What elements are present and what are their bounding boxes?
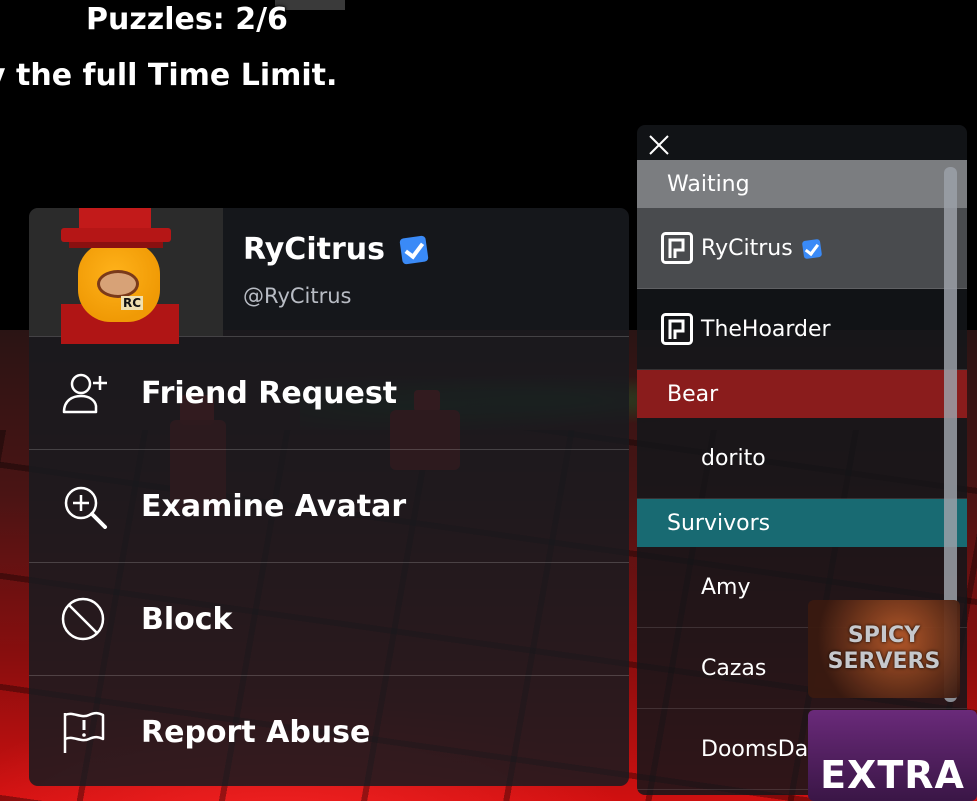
player-name: Amy bbox=[701, 574, 751, 600]
team-header-survivors: Survivors bbox=[637, 499, 967, 547]
close-icon[interactable] bbox=[647, 133, 671, 157]
player-header: RC RyCitrus @RyCitrus bbox=[29, 208, 629, 344]
report-abuse-label: Report Abuse bbox=[141, 714, 371, 750]
examine-avatar-label: Examine Avatar bbox=[141, 488, 407, 524]
ad-text: EXTRA bbox=[820, 753, 965, 797]
examine-avatar-button[interactable]: Examine Avatar bbox=[29, 450, 629, 563]
ad-text: SERVERS bbox=[827, 649, 941, 674]
ad-text: SPICY bbox=[847, 623, 921, 648]
extra-ad[interactable]: EXTRA bbox=[808, 710, 977, 801]
roblox-logo-icon bbox=[661, 313, 693, 345]
team-header-waiting: Waiting bbox=[637, 160, 967, 208]
player-name: Cazas bbox=[701, 655, 767, 681]
player-name: RyCitrus bbox=[701, 235, 822, 261]
roblox-logo-icon bbox=[661, 232, 693, 264]
time-limit-message: y the full Time Limit. bbox=[0, 58, 338, 93]
player-row[interactable]: RyCitrus bbox=[637, 208, 967, 289]
block-button[interactable]: Block bbox=[29, 563, 629, 676]
display-name-row: RyCitrus bbox=[243, 232, 429, 267]
report-abuse-button[interactable]: Report Abuse bbox=[29, 676, 629, 786]
team-header-bear: Bear bbox=[637, 370, 967, 418]
friend-request-label: Friend Request bbox=[141, 375, 398, 411]
examine-icon bbox=[64, 486, 107, 529]
player-name: dorito bbox=[701, 445, 766, 471]
avatar[interactable]: RC bbox=[29, 208, 223, 344]
block-icon bbox=[61, 597, 105, 641]
player-row[interactable]: TheHoarder bbox=[637, 289, 967, 370]
avatar-mouth bbox=[97, 270, 139, 298]
puzzles-counter: Puzzles: 2/6 bbox=[86, 2, 288, 37]
block-label: Block bbox=[141, 601, 233, 637]
player-row[interactable]: dorito bbox=[637, 418, 967, 499]
verified-badge-icon bbox=[801, 238, 822, 259]
player-context-menu: RC RyCitrus @RyCitrus Friend Request Exa… bbox=[29, 208, 629, 786]
spicy-servers-ad[interactable]: SPICY SERVERS bbox=[808, 600, 960, 698]
report-flag-icon bbox=[63, 711, 105, 753]
verified-badge-icon bbox=[399, 234, 429, 265]
username: @RyCitrus bbox=[243, 284, 352, 308]
display-name: RyCitrus bbox=[243, 232, 385, 267]
avatar-hat-brim bbox=[61, 228, 171, 242]
add-friend-icon bbox=[62, 373, 107, 414]
player-name-text: RyCitrus bbox=[701, 235, 793, 261]
avatar-badge: RC bbox=[121, 296, 144, 310]
player-name: TheHoarder bbox=[701, 316, 831, 342]
friend-request-button[interactable]: Friend Request bbox=[29, 337, 629, 450]
